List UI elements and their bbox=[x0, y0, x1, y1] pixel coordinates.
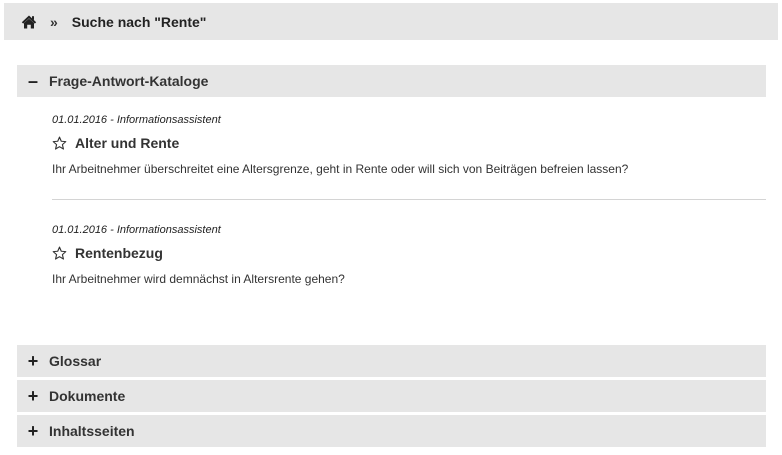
result-description: Ihr Arbeitnehmer wird demnächst in Alter… bbox=[52, 272, 345, 286]
divider bbox=[52, 199, 766, 200]
section-header-inhaltsseiten[interactable]: + Inhaltsseiten bbox=[17, 415, 766, 447]
expand-icon: + bbox=[27, 421, 39, 441]
expand-icon: + bbox=[27, 386, 39, 406]
result-title-link[interactable]: Rentenbezug bbox=[75, 245, 163, 261]
result-title-link[interactable]: Alter und Rente bbox=[75, 135, 179, 151]
result-meta: 01.01.2016 - Informationsassistent bbox=[52, 224, 221, 236]
result-description: Ihr Arbeitnehmer überschreitet eine Alte… bbox=[52, 162, 629, 176]
breadcrumb-separator: » bbox=[50, 13, 58, 30]
collapse-icon: – bbox=[27, 71, 38, 91]
expand-icon: + bbox=[27, 351, 39, 371]
home-icon[interactable] bbox=[21, 14, 37, 30]
section-title: Frage-Antwort-Kataloge bbox=[49, 73, 209, 89]
breadcrumb-current: Suche nach "Rente" bbox=[71, 13, 207, 30]
result-item: 01.01.2016 - Informationsassistent Alter… bbox=[52, 114, 766, 177]
section-title: Inhaltsseiten bbox=[49, 423, 135, 439]
breadcrumb: » Suche nach "Rente" bbox=[4, 3, 778, 40]
section-title: Glossar bbox=[49, 353, 102, 369]
star-outline-icon[interactable] bbox=[52, 136, 67, 151]
result-meta: 01.01.2016 - Informationsassistent bbox=[52, 114, 221, 126]
section-header-faq[interactable]: – Frage-Antwort-Kataloge bbox=[17, 65, 766, 97]
result-item: 01.01.2016 - Informationsassistent Rente… bbox=[52, 224, 766, 287]
star-outline-icon[interactable] bbox=[52, 246, 67, 261]
section-title: Dokumente bbox=[49, 388, 126, 404]
section-header-glossar[interactable]: + Glossar bbox=[17, 345, 766, 377]
section-header-dokumente[interactable]: + Dokumente bbox=[17, 380, 766, 412]
